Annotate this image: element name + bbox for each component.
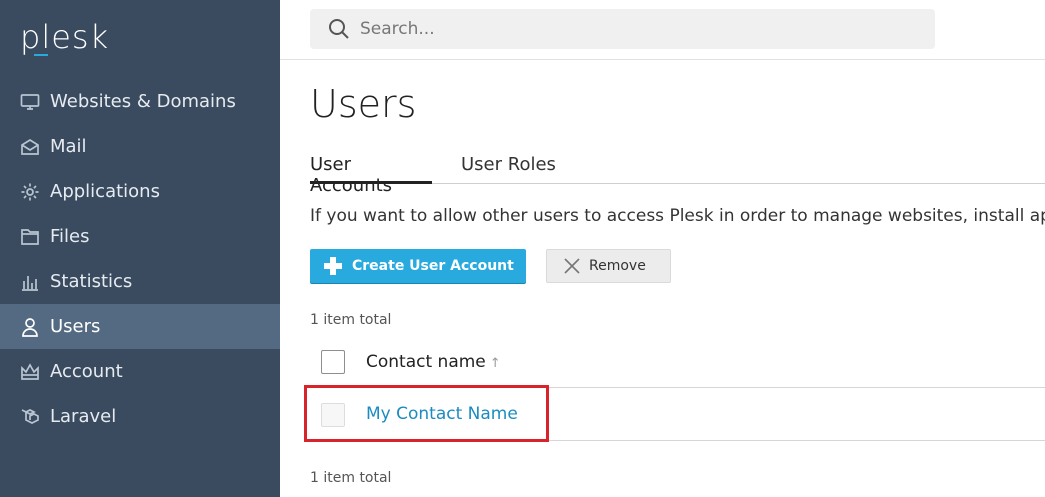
sidebar-item-label: Mail [50,136,87,157]
sidebar-item-users[interactable]: Users [0,304,280,349]
sort-arrow-icon: ↑ [489,356,501,371]
create-user-account-button[interactable]: Create User Account [310,249,526,283]
plus-icon [324,257,342,275]
laravel-icon [20,407,40,427]
remove-label: Remove [589,258,646,274]
search-icon [329,19,349,39]
page-description: If you want to allow other users to acce… [310,206,1045,226]
sidebar-item-mail[interactable]: Mail [0,124,280,169]
sidebar: plesk Websites & Domains Mail Applicatio… [0,0,280,497]
mail-icon [20,137,40,157]
monitor-icon [20,92,40,112]
search-box[interactable] [310,9,935,49]
close-icon [564,258,580,274]
gear-icon [20,182,40,202]
top-bar [280,0,1045,60]
sidebar-item-label: Laravel [50,406,117,427]
logo-accent [34,54,48,56]
plesk-logo[interactable]: plesk [20,18,109,56]
item-count: 1 item total [310,312,392,328]
column-header-contact-name[interactable]: Contact name ↑ [366,352,501,372]
sidebar-item-label: Account [50,361,123,382]
tab-user-roles[interactable]: User Roles [461,154,556,184]
select-all-checkbox[interactable] [321,350,345,374]
remove-button[interactable]: Remove [546,249,671,283]
sidebar-item-files[interactable]: Files [0,214,280,259]
search-input[interactable] [360,19,920,39]
tab-user-accounts[interactable]: User Accounts [310,154,432,196]
sidebar-item-label: Users [50,316,101,337]
sidebar-item-websites-domains[interactable]: Websites & Domains [0,79,280,124]
page-title: Users [310,82,417,126]
crown-icon [20,362,40,382]
sidebar-item-applications[interactable]: Applications [0,169,280,214]
sidebar-item-laravel[interactable]: Laravel [0,394,280,439]
table-header: Contact name ↑ [310,340,1045,388]
highlight-box [304,385,549,442]
user-icon [20,317,40,337]
sidebar-item-label: Files [50,226,90,247]
tab-bar: User Accounts User Roles [310,154,1045,196]
sidebar-item-label: Websites & Domains [50,91,236,112]
item-count-bottom: 1 item total [310,470,392,486]
sidebar-item-label: Statistics [50,271,133,292]
column-header-label: Contact name [366,352,486,372]
sidebar-item-statistics[interactable]: Statistics [0,259,280,304]
sidebar-item-label: Applications [50,181,160,202]
bar-chart-icon [20,272,40,292]
create-user-account-label: Create User Account [352,258,514,274]
folder-icon [20,227,40,247]
sidebar-item-account[interactable]: Account [0,349,280,394]
sidebar-nav: Websites & Domains Mail Applications Fil… [0,79,280,439]
